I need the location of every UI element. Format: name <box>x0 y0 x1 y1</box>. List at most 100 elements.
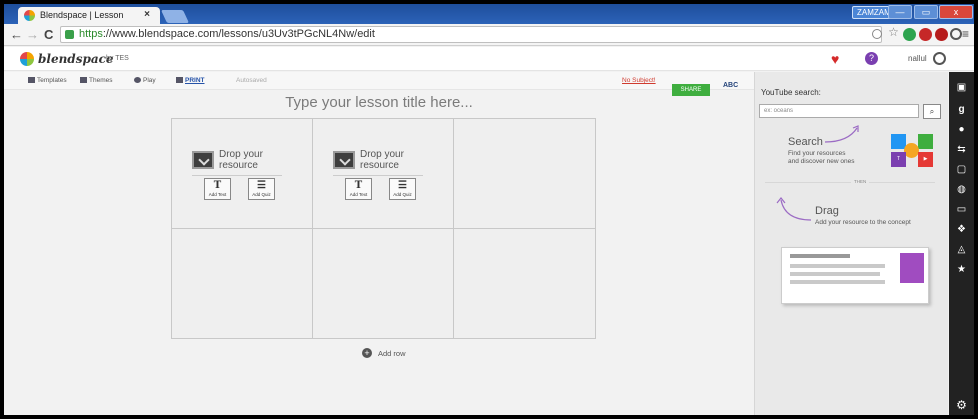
divider <box>333 175 423 176</box>
card-thumbnail <box>900 253 924 283</box>
dropbox-icon[interactable]: ❖ <box>949 224 974 235</box>
share-icon[interactable]: ⇆ <box>949 144 974 155</box>
search-heading: Search <box>788 136 823 148</box>
grid-cell-4[interactable] <box>172 229 313 339</box>
youtube-icon[interactable]: ▣ <box>949 82 974 93</box>
add-text-button[interactable]: T Add Text <box>345 178 372 200</box>
help-icon[interactable]: ? <box>865 52 878 65</box>
globe-icon[interactable]: ◍ <box>949 184 974 195</box>
divider <box>192 175 282 176</box>
drive-icon[interactable]: ◬ <box>949 244 974 255</box>
google-icon[interactable]: g <box>949 104 974 115</box>
youtube-tile-icon: ▶ <box>918 152 933 167</box>
add-quiz-label: Add Quiz <box>393 192 412 197</box>
templates-button[interactable]: Templates <box>28 77 67 84</box>
youtube-search-input[interactable]: ex: oceans <box>759 104 919 118</box>
address-bar-row: ← → C https://www.blendspace.com/lessons… <box>4 24 974 46</box>
add-text-button[interactable]: T Add Text <box>204 178 231 200</box>
search-icon[interactable]: ⌕ <box>923 104 941 119</box>
maximize-button[interactable]: ▭ <box>914 5 938 19</box>
url-scheme: https <box>79 28 103 40</box>
sample-resource-card <box>781 247 929 304</box>
themes-button[interactable]: Themes <box>80 77 112 84</box>
card-line <box>790 280 885 284</box>
heart-icon[interactable]: ♥ <box>831 51 839 67</box>
frame-icon[interactable]: ▢ <box>949 164 974 175</box>
extension-abp-icon[interactable] <box>935 28 948 41</box>
add-quiz-label: Add Quiz <box>252 192 271 197</box>
source-tile-icon <box>918 134 933 149</box>
add-text-label: Add Text <box>208 192 227 197</box>
drop-resource-icon <box>333 151 355 169</box>
curved-arrow-icon <box>824 125 859 143</box>
minimize-button[interactable]: — <box>888 5 912 19</box>
star-icon[interactable]: ★ <box>949 264 974 275</box>
search-sub1: Find your resources <box>788 150 846 157</box>
logo-text[interactable]: blendspace <box>38 52 114 66</box>
source-tile-icon: T <box>891 152 906 167</box>
tab-blendspace-lesson[interactable]: Blendspace | Lesson × <box>18 7 160 24</box>
blendspace-logo-icon[interactable] <box>20 52 34 66</box>
gear-icon[interactable]: ⚙ <box>949 398 974 412</box>
drop-resource-icon <box>192 151 214 169</box>
autosaved-status: Autosaved <box>236 77 267 84</box>
play-button[interactable]: Play <box>134 77 156 84</box>
browser-menu-icon[interactable]: ≡ <box>962 27 969 41</box>
grid-cell-1[interactable]: Drop your resource T Add Text ☰ Add Quiz <box>172 119 313 229</box>
block-icon[interactable] <box>950 28 962 40</box>
lesson-title-input[interactable]: Type your lesson title here... <box>184 94 574 111</box>
play-icon <box>134 77 141 84</box>
flickr-icon[interactable]: ● <box>949 124 974 135</box>
url-field[interactable]: https://www.blendspace.com/lessons/u3Uv3… <box>60 26 882 43</box>
then-label: THEN <box>851 179 870 184</box>
grid-cell-5[interactable] <box>313 229 454 339</box>
curved-arrow-icon <box>776 197 812 221</box>
reload-icon[interactable]: C <box>44 27 53 42</box>
no-subject-link[interactable]: No Subject! <box>622 77 656 84</box>
back-arrow-icon[interactable]: ← <box>10 27 23 42</box>
close-window-button[interactable]: x <box>939 5 973 19</box>
drop-text: Drop your resource <box>219 149 263 171</box>
tab-close-icon[interactable]: × <box>144 9 150 20</box>
add-quiz-button[interactable]: ☰ Add Quiz <box>248 178 275 200</box>
extension-green-icon[interactable] <box>903 28 916 41</box>
play-label: Play <box>143 77 156 84</box>
search-sub2: and discover new ones <box>788 158 855 165</box>
search-subtext: Find your resources and discover new ones <box>788 150 855 166</box>
star-icon[interactable]: ☆ <box>887 26 900 39</box>
grid-cell-2[interactable]: Drop your resource T Add Text ☰ Add Quiz <box>313 119 454 229</box>
share-button[interactable]: SHARE <box>672 84 710 96</box>
drag-subtext: Add your resource to the concept <box>815 219 911 226</box>
templates-label: Templates <box>37 77 67 84</box>
extension-red-icon[interactable] <box>919 28 932 41</box>
blendspace-favicon-icon <box>24 10 35 21</box>
drop-zone[interactable]: Drop your resource <box>192 149 270 173</box>
themes-icon <box>80 77 87 84</box>
monitor-icon[interactable]: ▭ <box>949 204 974 215</box>
resource-panel: YouTube search: ex: oceans ⌕ Search Find… <box>754 72 948 415</box>
card-line <box>790 264 885 268</box>
forward-arrow-icon[interactable]: → <box>26 27 39 42</box>
drop-text: Drop your resource <box>360 149 404 171</box>
grid-cell-6[interactable] <box>454 229 595 339</box>
source-strip: ▣ g ● ⇆ ▢ ◍ ▭ ❖ ◬ ★ ⚙ <box>949 72 974 415</box>
username[interactable]: nallul <box>908 54 927 63</box>
add-quiz-button[interactable]: ☰ Add Quiz <box>389 178 416 200</box>
avatar[interactable] <box>933 52 946 65</box>
abc-button[interactable]: ABC <box>723 82 738 89</box>
quiz-icon: ☰ <box>257 180 266 191</box>
drop-zone[interactable]: Drop your resource <box>333 149 411 173</box>
app-header: blendspace by TES ♥ ? nallul <box>4 47 974 71</box>
text-icon: T <box>354 180 363 191</box>
logo-by-tes: by TES <box>106 55 129 62</box>
add-row-button[interactable]: + Add row <box>362 348 406 358</box>
source-tile-icon <box>904 143 919 158</box>
grid-cell-3[interactable] <box>454 119 595 229</box>
drop-line1: Drop your <box>360 149 404 160</box>
tab-title: Blendspace | Lesson <box>40 10 124 20</box>
themes-label: Themes <box>89 77 113 84</box>
print-button[interactable]: PRINT <box>176 77 205 84</box>
zoom-icon[interactable] <box>872 29 882 39</box>
drag-heading: Drag <box>815 205 839 217</box>
new-tab-button[interactable] <box>160 10 190 23</box>
